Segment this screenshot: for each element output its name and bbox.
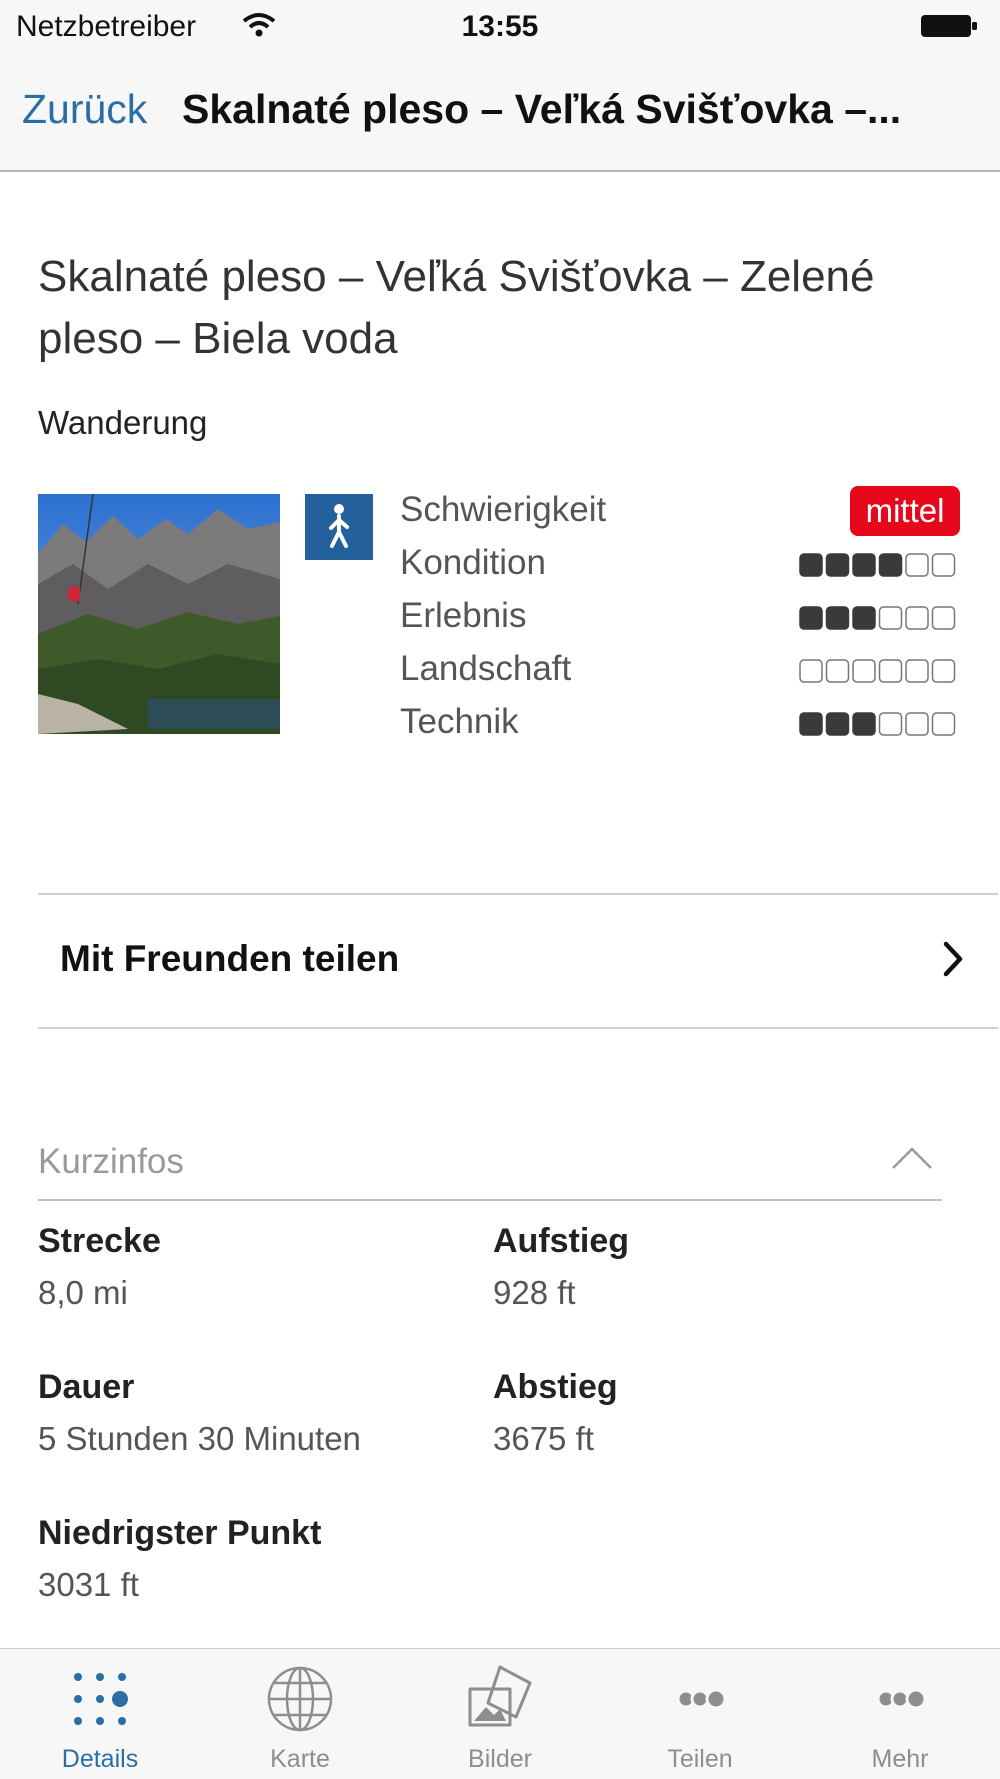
battery-icon — [921, 15, 977, 37]
tab-bilder[interactable]: Bilder — [400, 1649, 600, 1779]
rating-square-empty — [931, 712, 956, 736]
chevron-up-icon[interactable] — [890, 1144, 934, 1172]
rating-square-empty — [905, 553, 929, 577]
rating-label-landschaft: Landschaft — [400, 649, 572, 688]
difficulty-badge: mittel — [850, 486, 960, 536]
rating-dots-kondition — [799, 553, 956, 577]
rating-square-filled — [799, 553, 823, 577]
tab-teilen[interactable]: Teilen — [600, 1649, 800, 1779]
rating-square-filled — [878, 553, 903, 577]
info-label-strecke: Strecke — [38, 1222, 161, 1260]
info-value-niedrigster-punkt: 3031 ft — [38, 1566, 139, 1603]
tab-mehr[interactable]: Mehr — [800, 1649, 1000, 1779]
info-value-abstieg: 3675 ft — [493, 1420, 594, 1457]
pictures-icon — [468, 1665, 532, 1727]
nav-title: Skalnaté pleso – Veľká Svišťovka –... — [182, 86, 902, 132]
rating-square-empty — [905, 606, 929, 630]
navigation-bar: Zurück Skalnaté pleso – Veľká Svišťovka … — [0, 56, 1000, 172]
rating-square-filled — [825, 553, 850, 577]
rating-label-schwierigkeit: Schwierigkeit — [400, 490, 607, 529]
rating-square-empty — [878, 659, 903, 683]
tour-type: Wanderung — [38, 404, 208, 441]
rating-label-kondition: Kondition — [400, 543, 546, 582]
rating-square-empty — [931, 553, 956, 577]
rating-square-filled — [852, 712, 876, 736]
tab-label: Mehr — [871, 1745, 929, 1773]
rating-square-filled — [799, 712, 823, 736]
rating-square-filled — [825, 712, 850, 736]
rating-square-empty — [878, 606, 903, 630]
rating-square-filled — [799, 606, 823, 630]
rating-square-filled — [852, 606, 876, 630]
details-dots-icon — [74, 1673, 128, 1725]
rating-square-empty — [905, 712, 929, 736]
rating-square-empty — [905, 659, 929, 683]
rating-square-filled — [852, 553, 876, 577]
info-label-niedrigster-punkt: Niedrigster Punkt — [38, 1514, 322, 1552]
rating-dots-technik — [799, 712, 956, 736]
globe-icon — [267, 1666, 333, 1732]
status-bar: Netzbetreiber 13:55 — [0, 0, 1000, 56]
rating-square-empty — [799, 659, 823, 683]
share-with-friends-row[interactable]: Mit Freunden teilen — [38, 894, 998, 1028]
info-value-dauer: 5 Stunden 30 Minuten — [38, 1420, 361, 1457]
status-time: 13:55 — [461, 10, 539, 43]
divider — [38, 1199, 942, 1201]
rating-square-empty — [852, 659, 876, 683]
info-value-aufstieg: 928 ft — [493, 1274, 576, 1311]
more-dots-icon — [876, 1688, 927, 1710]
rating-square-empty — [878, 712, 903, 736]
divider — [38, 1027, 998, 1029]
tab-label: Bilder — [468, 1745, 532, 1773]
rating-square-filled — [825, 606, 850, 630]
tour-title: Skalnaté pleso – Veľká Svišťovka – Zelen… — [38, 252, 875, 363]
info-label-aufstieg: Aufstieg — [493, 1222, 629, 1260]
rating-label-erlebnis: Erlebnis — [400, 596, 527, 635]
rating-square-empty — [825, 659, 850, 683]
rating-square-empty — [931, 606, 956, 630]
share-dots-icon — [676, 1688, 727, 1710]
tab-bar: Details Karte Bilder Teilen Mehr — [0, 1648, 1000, 1779]
rating-dots-erlebnis — [799, 606, 956, 630]
back-button[interactable]: Zurück — [22, 86, 147, 133]
rating-dots-landschaft — [799, 659, 956, 683]
info-value-strecke: 8,0 mi — [38, 1274, 128, 1311]
kurzinfos-title: Kurzinfos — [38, 1142, 184, 1181]
chevron-right-icon — [943, 941, 963, 977]
tab-details[interactable]: Details — [0, 1649, 200, 1779]
tab-label: Details — [61, 1745, 139, 1773]
info-label-dauer: Dauer — [38, 1368, 135, 1406]
rating-label-technik: Technik — [400, 702, 519, 741]
info-label-abstieg: Abstieg — [493, 1368, 618, 1406]
rating-square-empty — [931, 659, 956, 683]
share-with-friends-label: Mit Freunden teilen — [60, 938, 400, 979]
hiking-icon — [305, 494, 373, 560]
tab-label: Karte — [270, 1745, 330, 1773]
tour-photo[interactable] — [38, 494, 280, 734]
tab-karte[interactable]: Karte — [200, 1649, 400, 1779]
tab-label: Teilen — [667, 1745, 733, 1773]
